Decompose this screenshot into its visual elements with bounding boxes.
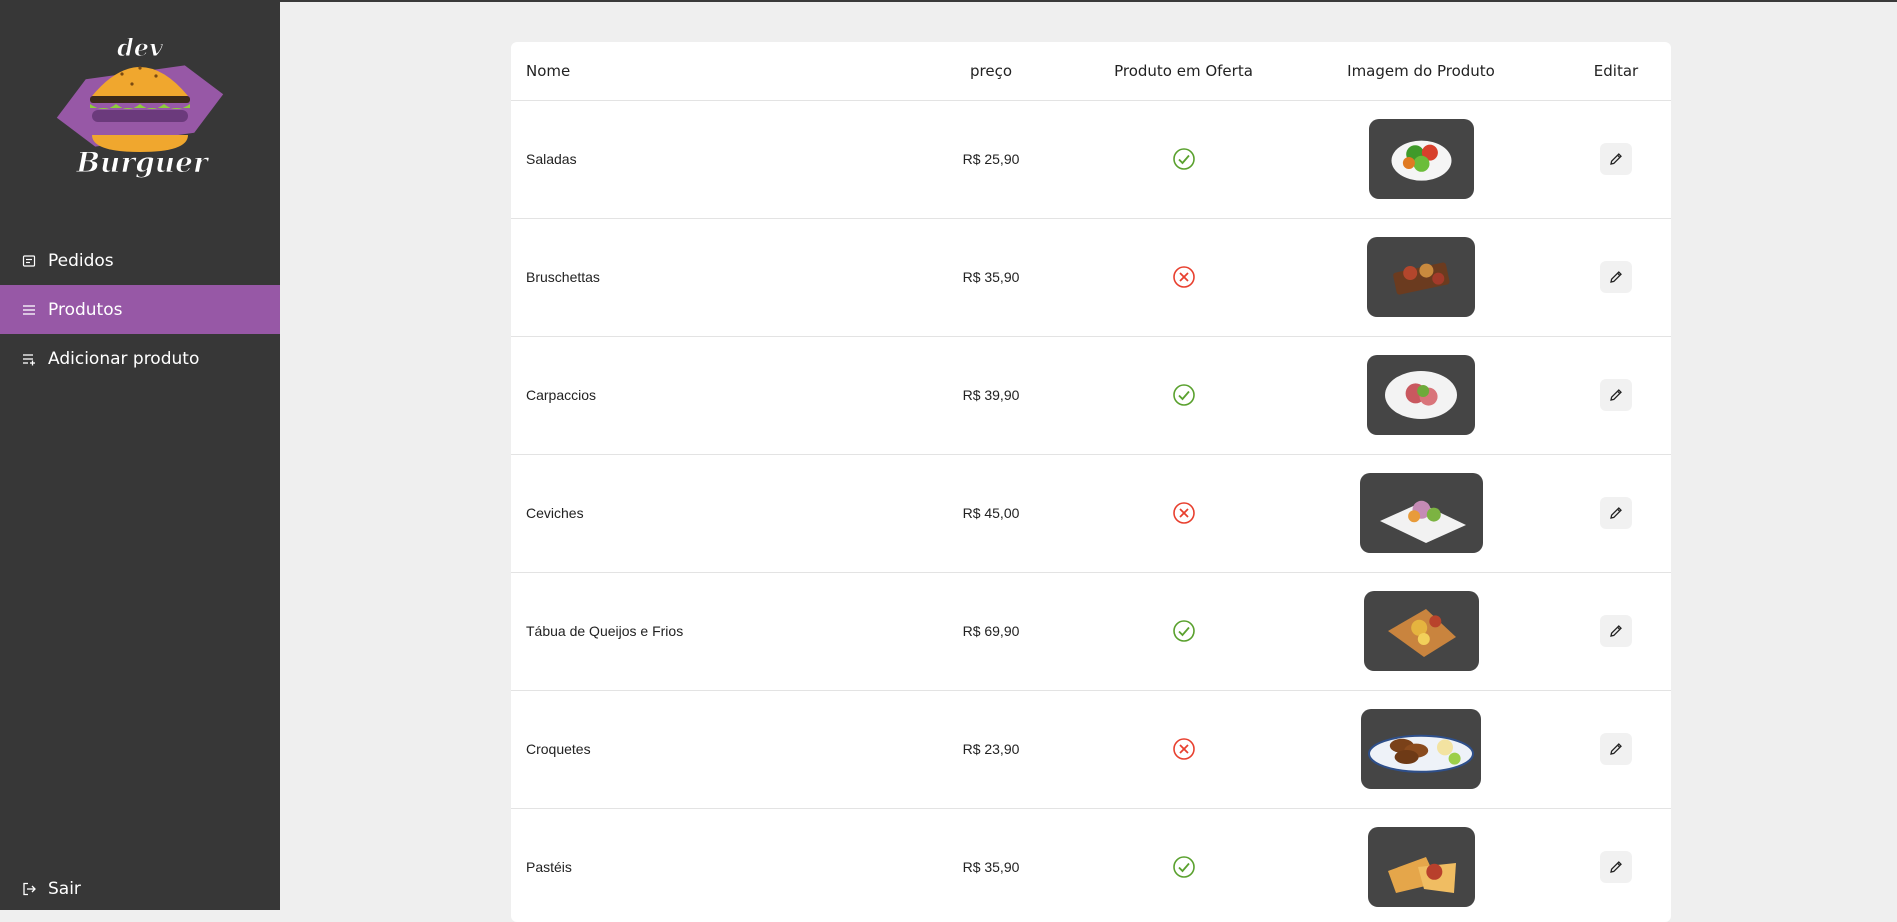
pencil-icon bbox=[1610, 507, 1622, 519]
product-price: R$ 69,90 bbox=[896, 572, 1086, 691]
table-row: Croquetes R$ 23,90 bbox=[511, 690, 1671, 809]
offer-no-x-icon bbox=[1172, 737, 1196, 761]
product-name: Pastéis bbox=[511, 808, 896, 922]
svg-text:dev: dev bbox=[117, 34, 164, 62]
product-price: R$ 39,90 bbox=[896, 336, 1086, 455]
edit-button[interactable] bbox=[1600, 615, 1632, 647]
table-row: Pastéis R$ 35,90 bbox=[511, 808, 1671, 922]
playlist-add-icon bbox=[22, 352, 36, 366]
sidebar-item-produtos[interactable]: Produtos bbox=[0, 285, 280, 334]
offer-no-x-icon bbox=[1172, 501, 1196, 525]
product-image bbox=[1368, 119, 1474, 199]
pencil-icon bbox=[1610, 625, 1622, 637]
product-image bbox=[1367, 237, 1475, 317]
receipt-icon bbox=[22, 254, 36, 268]
column-header-edit: Editar bbox=[1561, 42, 1671, 101]
product-name: Tábua de Queijos e Frios bbox=[511, 572, 896, 691]
table-row: Bruschettas R$ 35,90 bbox=[511, 218, 1671, 337]
product-price: R$ 23,90 bbox=[896, 690, 1086, 809]
product-image bbox=[1367, 827, 1475, 907]
sidebar-item-pedidos[interactable]: Pedidos bbox=[0, 236, 280, 285]
pencil-icon bbox=[1610, 389, 1622, 401]
product-name: Ceviches bbox=[511, 454, 896, 573]
column-header-name: Nome bbox=[511, 42, 896, 101]
table-row: Carpaccios R$ 39,90 bbox=[511, 336, 1671, 455]
svg-text:Burguer: Burguer bbox=[75, 146, 210, 179]
edit-button[interactable] bbox=[1600, 851, 1632, 883]
dev-burguer-logo: dev Burguer bbox=[56, 34, 224, 180]
offer-no-x-icon bbox=[1172, 265, 1196, 289]
logout-button[interactable]: Sair bbox=[0, 872, 280, 906]
offer-yes-check-icon bbox=[1172, 619, 1196, 643]
product-price: R$ 25,90 bbox=[896, 100, 1086, 219]
edit-button[interactable] bbox=[1600, 497, 1632, 529]
edit-button[interactable] bbox=[1600, 733, 1632, 765]
logout-icon bbox=[22, 882, 36, 896]
product-price: R$ 35,90 bbox=[896, 218, 1086, 337]
table-header-row: Nome preço Produto em Oferta Imagem do P… bbox=[511, 42, 1671, 101]
sidebar-nav: Pedidos Produtos Adicionar produto bbox=[0, 236, 280, 383]
pencil-icon bbox=[1610, 271, 1622, 283]
sidebar-item-label: Produtos bbox=[48, 299, 123, 320]
product-name: Croquetes bbox=[511, 690, 896, 809]
column-header-price: preço bbox=[896, 42, 1086, 101]
sidebar-item-label: Adicionar produto bbox=[48, 348, 200, 369]
pencil-icon bbox=[1610, 861, 1622, 873]
edit-button[interactable] bbox=[1600, 379, 1632, 411]
table-row: Saladas R$ 25,90 bbox=[511, 100, 1671, 219]
sidebar-item-adicionar-produto[interactable]: Adicionar produto bbox=[0, 334, 280, 383]
edit-button[interactable] bbox=[1600, 261, 1632, 293]
sidebar: dev Burguer Pedidos Produtos Adicionar p… bbox=[0, 0, 280, 910]
top-border bbox=[0, 0, 1897, 2]
offer-yes-check-icon bbox=[1172, 383, 1196, 407]
table-row: Ceviches R$ 45,00 bbox=[511, 454, 1671, 573]
products-table: Nome preço Produto em Oferta Imagem do P… bbox=[511, 42, 1671, 922]
product-name: Carpaccios bbox=[511, 336, 896, 455]
column-header-image: Imagem do Produto bbox=[1281, 42, 1561, 101]
product-name: Saladas bbox=[511, 100, 896, 219]
sidebar-item-label: Pedidos bbox=[48, 250, 114, 271]
product-image bbox=[1363, 591, 1479, 671]
table-row: Tábua de Queijos e Frios R$ 69,90 bbox=[511, 572, 1671, 691]
product-image bbox=[1367, 355, 1475, 435]
offer-yes-check-icon bbox=[1172, 855, 1196, 879]
edit-button[interactable] bbox=[1600, 143, 1632, 175]
pencil-icon bbox=[1610, 743, 1622, 755]
product-image bbox=[1359, 473, 1483, 553]
logout-label: Sair bbox=[48, 879, 81, 899]
column-header-offer: Produto em Oferta bbox=[1086, 42, 1281, 101]
pencil-icon bbox=[1610, 153, 1622, 165]
product-price: R$ 45,00 bbox=[896, 454, 1086, 573]
product-image bbox=[1361, 709, 1481, 789]
offer-yes-check-icon bbox=[1172, 147, 1196, 171]
product-price: R$ 35,90 bbox=[896, 808, 1086, 922]
list-icon bbox=[22, 303, 36, 317]
products-table-card: Nome preço Produto em Oferta Imagem do P… bbox=[511, 42, 1671, 922]
product-name: Bruschettas bbox=[511, 218, 896, 337]
